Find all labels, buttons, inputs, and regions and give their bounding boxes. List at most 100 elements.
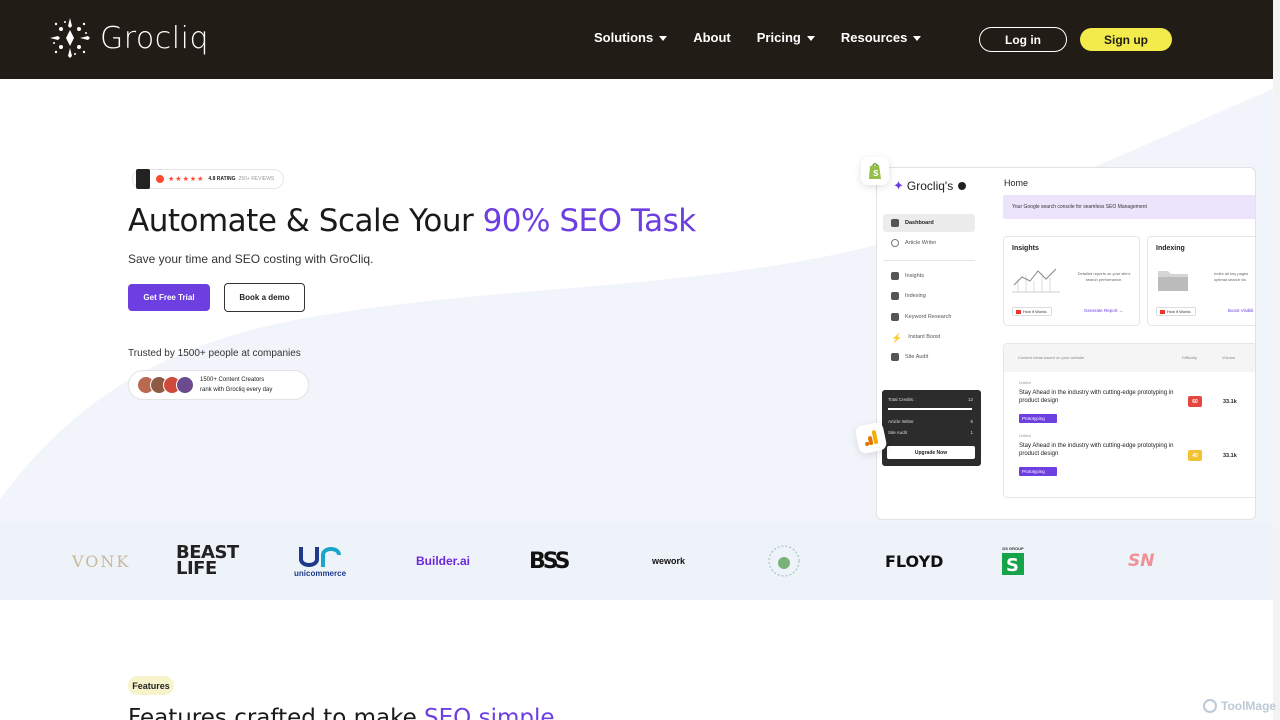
how-it-works-button[interactable]: How it Works xyxy=(1156,307,1196,316)
star-icon: ★ xyxy=(175,176,182,183)
client-logo: wework xyxy=(652,522,685,600)
menu-resources[interactable]: Resources xyxy=(840,30,922,45)
sidebar-item-insights[interactable]: Insights xyxy=(883,267,975,285)
help-icon xyxy=(958,182,967,190)
watermark-text: ToolMage xyxy=(1221,699,1277,713)
features-title-accent: SEO simple xyxy=(424,705,555,720)
dashboard-preview: ✦ Grocliq's Dashboard Article Writer Ins… xyxy=(876,167,1256,520)
hero-title: Automate & Scale Your 90% SEO Task xyxy=(128,203,696,239)
rating-badge: ★ ★ ★ ★ ★ 4.8 RATING 250+ REVIEWS xyxy=(132,169,284,189)
sidebar-item-label: Indexing xyxy=(905,293,926,299)
card-title: Indexing xyxy=(1156,245,1185,252)
creators-badge: 1500+ Content Creators rank with Grocliq… xyxy=(128,370,309,400)
emblem-logo-icon xyxy=(768,545,800,577)
features-title: Features crafted to make SEO simple xyxy=(128,705,555,720)
indexing-card[interactable]: Indexing Index all key pages optimal sea… xyxy=(1147,236,1255,326)
top-nav: Grocliq Solutions About Pricing Resource… xyxy=(0,0,1273,79)
sidebar-divider xyxy=(883,260,975,261)
folder-icon xyxy=(1158,271,1188,291)
category-chip[interactable]: Prototyping xyxy=(1019,467,1057,476)
client-logo xyxy=(766,522,802,600)
row-title: Stay Ahead in the industry with cutting-… xyxy=(1019,443,1174,457)
client-logo-text: unicommerce xyxy=(294,568,347,578)
star-icon: ★ xyxy=(182,176,189,183)
client-logo: unicommerce xyxy=(294,522,346,600)
creators-text: 1500+ Content Creators rank with Grocliq… xyxy=(200,375,272,395)
star-icon: ★ xyxy=(197,176,204,183)
page-icon xyxy=(891,272,899,280)
how-it-works-button[interactable]: How it Works xyxy=(1012,307,1052,316)
boost-visibility-link[interactable]: Boost Visibili xyxy=(1228,308,1253,313)
client-logo: VONK xyxy=(72,522,130,600)
credits-panel: Total Credits : 12 Article Writer 5 Site… xyxy=(882,390,981,466)
menu-pricing-label: Pricing xyxy=(756,30,801,45)
grid-icon xyxy=(891,219,899,227)
sidebar-item-keyword-research[interactable]: Keyword Research xyxy=(883,308,975,326)
menu-solutions-label: Solutions xyxy=(594,30,654,45)
insights-card[interactable]: Insights Detailed reports on your site's… xyxy=(1003,236,1140,326)
brand-logo[interactable]: Grocliq xyxy=(48,16,209,60)
menu-pricing[interactable]: Pricing xyxy=(757,30,815,45)
client-logo: FLOYD xyxy=(885,522,943,600)
sidebar-item-dashboard[interactable]: Dashboard xyxy=(883,214,975,232)
reviews-count: 250+ REVIEWS xyxy=(238,176,275,182)
content-ideas-table: Content Ideas based on your website Diff… xyxy=(1003,343,1255,498)
award-badge-icon xyxy=(136,169,150,189)
category-chip[interactable]: Prototyping xyxy=(1019,414,1057,423)
page-scrollbar[interactable] xyxy=(1273,0,1280,720)
table-header-difficulty[interactable]: Difficulty xyxy=(1182,355,1197,360)
bolt-icon: ⚡ xyxy=(891,333,903,343)
avatar-group xyxy=(137,376,194,394)
credits-row: Site Audit 1 xyxy=(888,430,973,435)
analytics-badge xyxy=(854,421,888,455)
book-demo-button[interactable]: Book a demo xyxy=(224,283,305,312)
credits-row: Article Writer 5 xyxy=(888,419,973,424)
menu-resources-label: Resources xyxy=(840,30,908,45)
client-logo-text: VONK xyxy=(72,551,131,571)
free-trial-button[interactable]: Get Free Trial xyxy=(128,284,210,311)
client-logo-text: wework xyxy=(652,556,686,566)
brand-name: Grocliq xyxy=(100,20,209,56)
chevron-down-icon xyxy=(659,35,668,41)
difficulty-badge: 40 xyxy=(1188,450,1202,461)
login-button[interactable]: Log in xyxy=(979,27,1067,52)
sidebar-item-label: Insights xyxy=(905,273,924,279)
how-it-works-label: How it Works xyxy=(1167,309,1191,314)
signup-button[interactable]: Sign up xyxy=(1080,28,1172,51)
credits-row-label: Article Writer xyxy=(888,419,914,424)
insights-chart-icon xyxy=(1012,268,1060,293)
volume-value: 33.1k xyxy=(1223,399,1237,405)
client-logo: SN xyxy=(1128,522,1154,600)
upgrade-now-button[interactable]: Upgrade Now xyxy=(887,446,975,459)
sidebar-item-indexing[interactable]: Indexing xyxy=(883,287,975,305)
shopify-badge: S xyxy=(861,157,889,185)
table-header-volume[interactable]: Volume xyxy=(1222,355,1235,360)
card-description: Index all key pages optimal search vis xyxy=(1214,271,1249,282)
chart-icon xyxy=(891,353,899,361)
sidebar-item-article-writer[interactable]: Article Writer xyxy=(883,234,975,252)
pen-icon xyxy=(891,239,899,247)
menu-about-label: About xyxy=(693,30,731,45)
dashboard-home-title: Home xyxy=(1004,178,1029,188)
sidebar-item-label: Keyword Research xyxy=(905,314,952,320)
star-icon: ★ xyxy=(168,176,175,183)
sidebar-item-label: Dashboard xyxy=(905,220,934,226)
chevron-down-icon xyxy=(806,35,815,41)
sidebar-item-label: Article Writer xyxy=(905,240,937,246)
client-logo-subtext: LIFE xyxy=(176,558,217,579)
card-title: Insights xyxy=(1012,245,1039,252)
g2-logo-icon xyxy=(156,175,164,183)
menu-solutions[interactable]: Solutions xyxy=(594,30,668,45)
generate-report-link[interactable]: Generate Report → xyxy=(1084,308,1123,313)
credits-total-row: Total Credits : 12 xyxy=(888,397,973,402)
client-logo-text: BSS xyxy=(529,548,571,574)
client-logo: BSS xyxy=(529,522,571,600)
page-icon xyxy=(891,292,899,300)
row-tag: Untitled xyxy=(1019,381,1031,385)
menu-about[interactable]: About xyxy=(693,30,731,45)
how-it-works-label: How it Works xyxy=(1023,309,1047,314)
main-menu: Solutions About Pricing Resources xyxy=(594,30,922,45)
sidebar-item-site-audit[interactable]: Site Audit xyxy=(883,348,975,366)
sidebar-item-instant-boost[interactable]: ⚡ Instant Boost xyxy=(883,328,975,346)
logo-sparkle-icon xyxy=(50,18,90,58)
